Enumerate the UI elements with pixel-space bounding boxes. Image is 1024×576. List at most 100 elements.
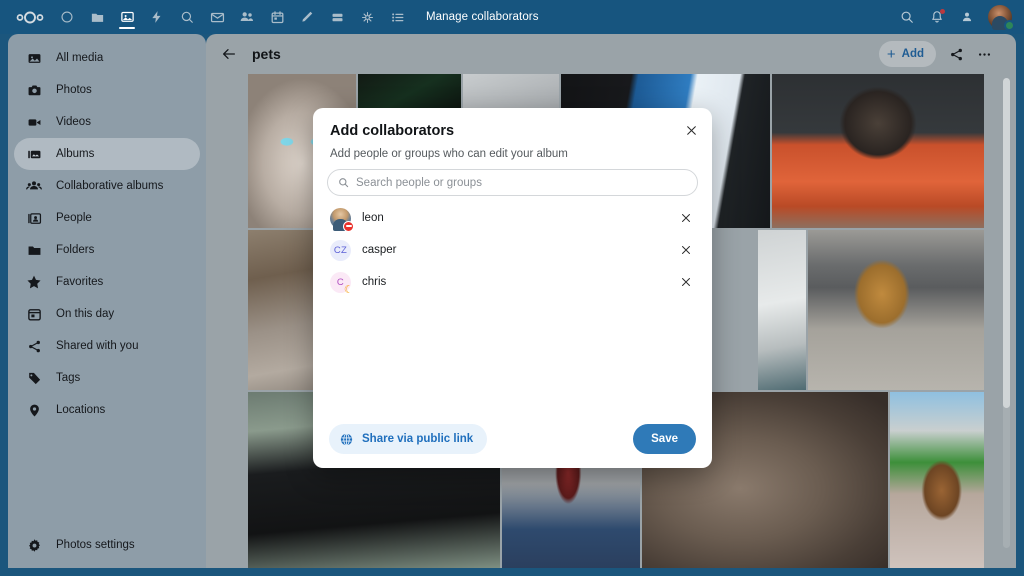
sidebar-item-on-this-day[interactable]: On this day <box>14 298 200 330</box>
plus-icon: + <box>887 47 896 62</box>
sidebar-item-favorites[interactable]: Favorites <box>14 266 200 298</box>
dashboard-icon[interactable] <box>52 2 82 32</box>
sidebar-item-all-media[interactable]: All media <box>14 42 200 74</box>
status-badge-away: ☾ <box>343 285 355 297</box>
search-icon <box>338 177 349 188</box>
sidebar-item-label: People <box>56 212 92 224</box>
notification-badge <box>940 9 945 14</box>
sidebar-item-photos-settings[interactable]: Photos settings <box>8 532 206 558</box>
album-title: pets <box>252 46 281 62</box>
sidebar-item-label: Videos <box>56 116 91 128</box>
camera-icon <box>24 80 44 100</box>
add-collaborators-dialog: Add collaborators Add people or groups w… <box>313 108 712 468</box>
sidebar-item-shared-with-you[interactable]: Shared with you <box>14 330 200 362</box>
activity-icon[interactable] <box>142 2 172 32</box>
collaborator-name: chris <box>362 276 386 288</box>
mail-icon[interactable] <box>202 2 232 32</box>
collaborator-list: leon CZ casper <box>313 202 712 410</box>
assistant-icon[interactable] <box>352 2 382 32</box>
dialog-title: Add collaborators <box>330 123 712 139</box>
sidebar-item-photos[interactable]: Photos <box>14 74 200 106</box>
sidebar-item-label: Favorites <box>56 276 103 288</box>
contacts-menu-icon[interactable] <box>952 2 982 32</box>
avatar <box>330 208 351 229</box>
notifications-bell-icon[interactable] <box>922 2 952 32</box>
sidebar-item-tags[interactable]: Tags <box>14 362 200 394</box>
close-icon[interactable] <box>678 117 704 143</box>
photo-man-with-dog[interactable] <box>808 230 984 390</box>
notes-icon[interactable] <box>292 2 322 32</box>
video-camera-icon <box>24 112 44 132</box>
deck-icon[interactable] <box>322 2 352 32</box>
albums-icon <box>24 144 44 164</box>
star-icon <box>24 272 44 292</box>
search-input[interactable] <box>356 177 687 189</box>
sidebar-item-albums[interactable]: Albums <box>14 138 200 170</box>
collaborator-name: casper <box>362 244 397 256</box>
image-icon <box>24 48 44 68</box>
location-pin-icon <box>24 400 44 420</box>
files-icon[interactable] <box>82 2 112 32</box>
more-actions-button[interactable] <box>970 41 998 67</box>
avatar: C ☾ <box>330 272 351 293</box>
remove-collaborator-button[interactable] <box>676 240 696 260</box>
album-header: pets + Add <box>206 34 1016 74</box>
list-item[interactable]: CZ casper <box>313 234 712 266</box>
photo-white-appliance[interactable] <box>758 230 806 390</box>
navigation-sidebar: All media Photos Videos Albums <box>8 34 206 568</box>
scrollbar-thumb[interactable] <box>1003 78 1010 408</box>
sidebar-settings-label: Photos settings <box>56 539 135 551</box>
sidebar-item-label: Tags <box>56 372 80 384</box>
folder-icon <box>24 240 44 260</box>
photo-grid-scrollbar[interactable] <box>1003 78 1010 548</box>
save-button[interactable]: Save <box>633 424 696 454</box>
sidebar-item-label: On this day <box>56 308 114 320</box>
photos-icon[interactable] <box>112 2 142 32</box>
sidebar-item-label: Folders <box>56 244 94 256</box>
sidebar-item-label: All media <box>56 52 103 64</box>
sidebar-item-collaborative-albums[interactable]: Collaborative albums <box>14 170 200 202</box>
remove-collaborator-button[interactable] <box>676 208 696 228</box>
search-icon[interactable] <box>892 2 922 32</box>
calendar-icon[interactable] <box>262 2 292 32</box>
sidebar-item-label: Photos <box>56 84 92 96</box>
photo-chihuahua[interactable] <box>890 392 984 568</box>
share-icon <box>24 336 44 356</box>
photo-dog-orange-chair[interactable] <box>772 74 984 228</box>
avatar: CZ <box>330 240 351 261</box>
top-navigation-bar: Manage collaborators <box>0 0 1024 34</box>
dialog-footer: Share via public link Save <box>313 410 712 468</box>
avatar-initials: CZ <box>334 245 347 256</box>
dialog-subtitle: Add people or groups who can edit your a… <box>330 148 712 160</box>
avatar[interactable] <box>988 5 1012 29</box>
group-albums-icon <box>24 176 44 196</box>
app-window: Manage collaborators All media <box>0 0 1024 576</box>
sidebar-item-people[interactable]: People <box>14 202 200 234</box>
calendar-icon <box>24 304 44 324</box>
list-item[interactable]: C ☾ chris <box>313 266 712 298</box>
tag-icon <box>24 368 44 388</box>
contacts-icon[interactable] <box>232 2 262 32</box>
nextcloud-logo[interactable] <box>8 2 52 32</box>
gear-icon <box>24 535 44 555</box>
people-icon <box>24 208 44 228</box>
back-button[interactable] <box>216 41 242 67</box>
page-title: Manage collaborators <box>426 11 539 23</box>
globe-icon <box>339 432 354 447</box>
search-app-icon[interactable] <box>172 2 202 32</box>
status-badge <box>1004 20 1015 31</box>
list-item[interactable]: leon <box>313 202 712 234</box>
add-button-label: Add <box>902 48 924 60</box>
share-album-button[interactable] <box>942 41 970 67</box>
sidebar-item-folders[interactable]: Folders <box>14 234 200 266</box>
search-field-wrapper[interactable] <box>327 169 698 196</box>
sidebar-item-locations[interactable]: Locations <box>14 394 200 426</box>
status-badge-dnd <box>343 221 354 232</box>
add-button[interactable]: + Add <box>879 41 936 67</box>
collaborator-name: leon <box>362 212 384 224</box>
share-via-public-link-button[interactable]: Share via public link <box>329 424 487 454</box>
sidebar-item-label: Shared with you <box>56 340 138 352</box>
remove-collaborator-button[interactable] <box>676 272 696 292</box>
tasks-icon[interactable] <box>382 2 412 32</box>
sidebar-item-videos[interactable]: Videos <box>14 106 200 138</box>
